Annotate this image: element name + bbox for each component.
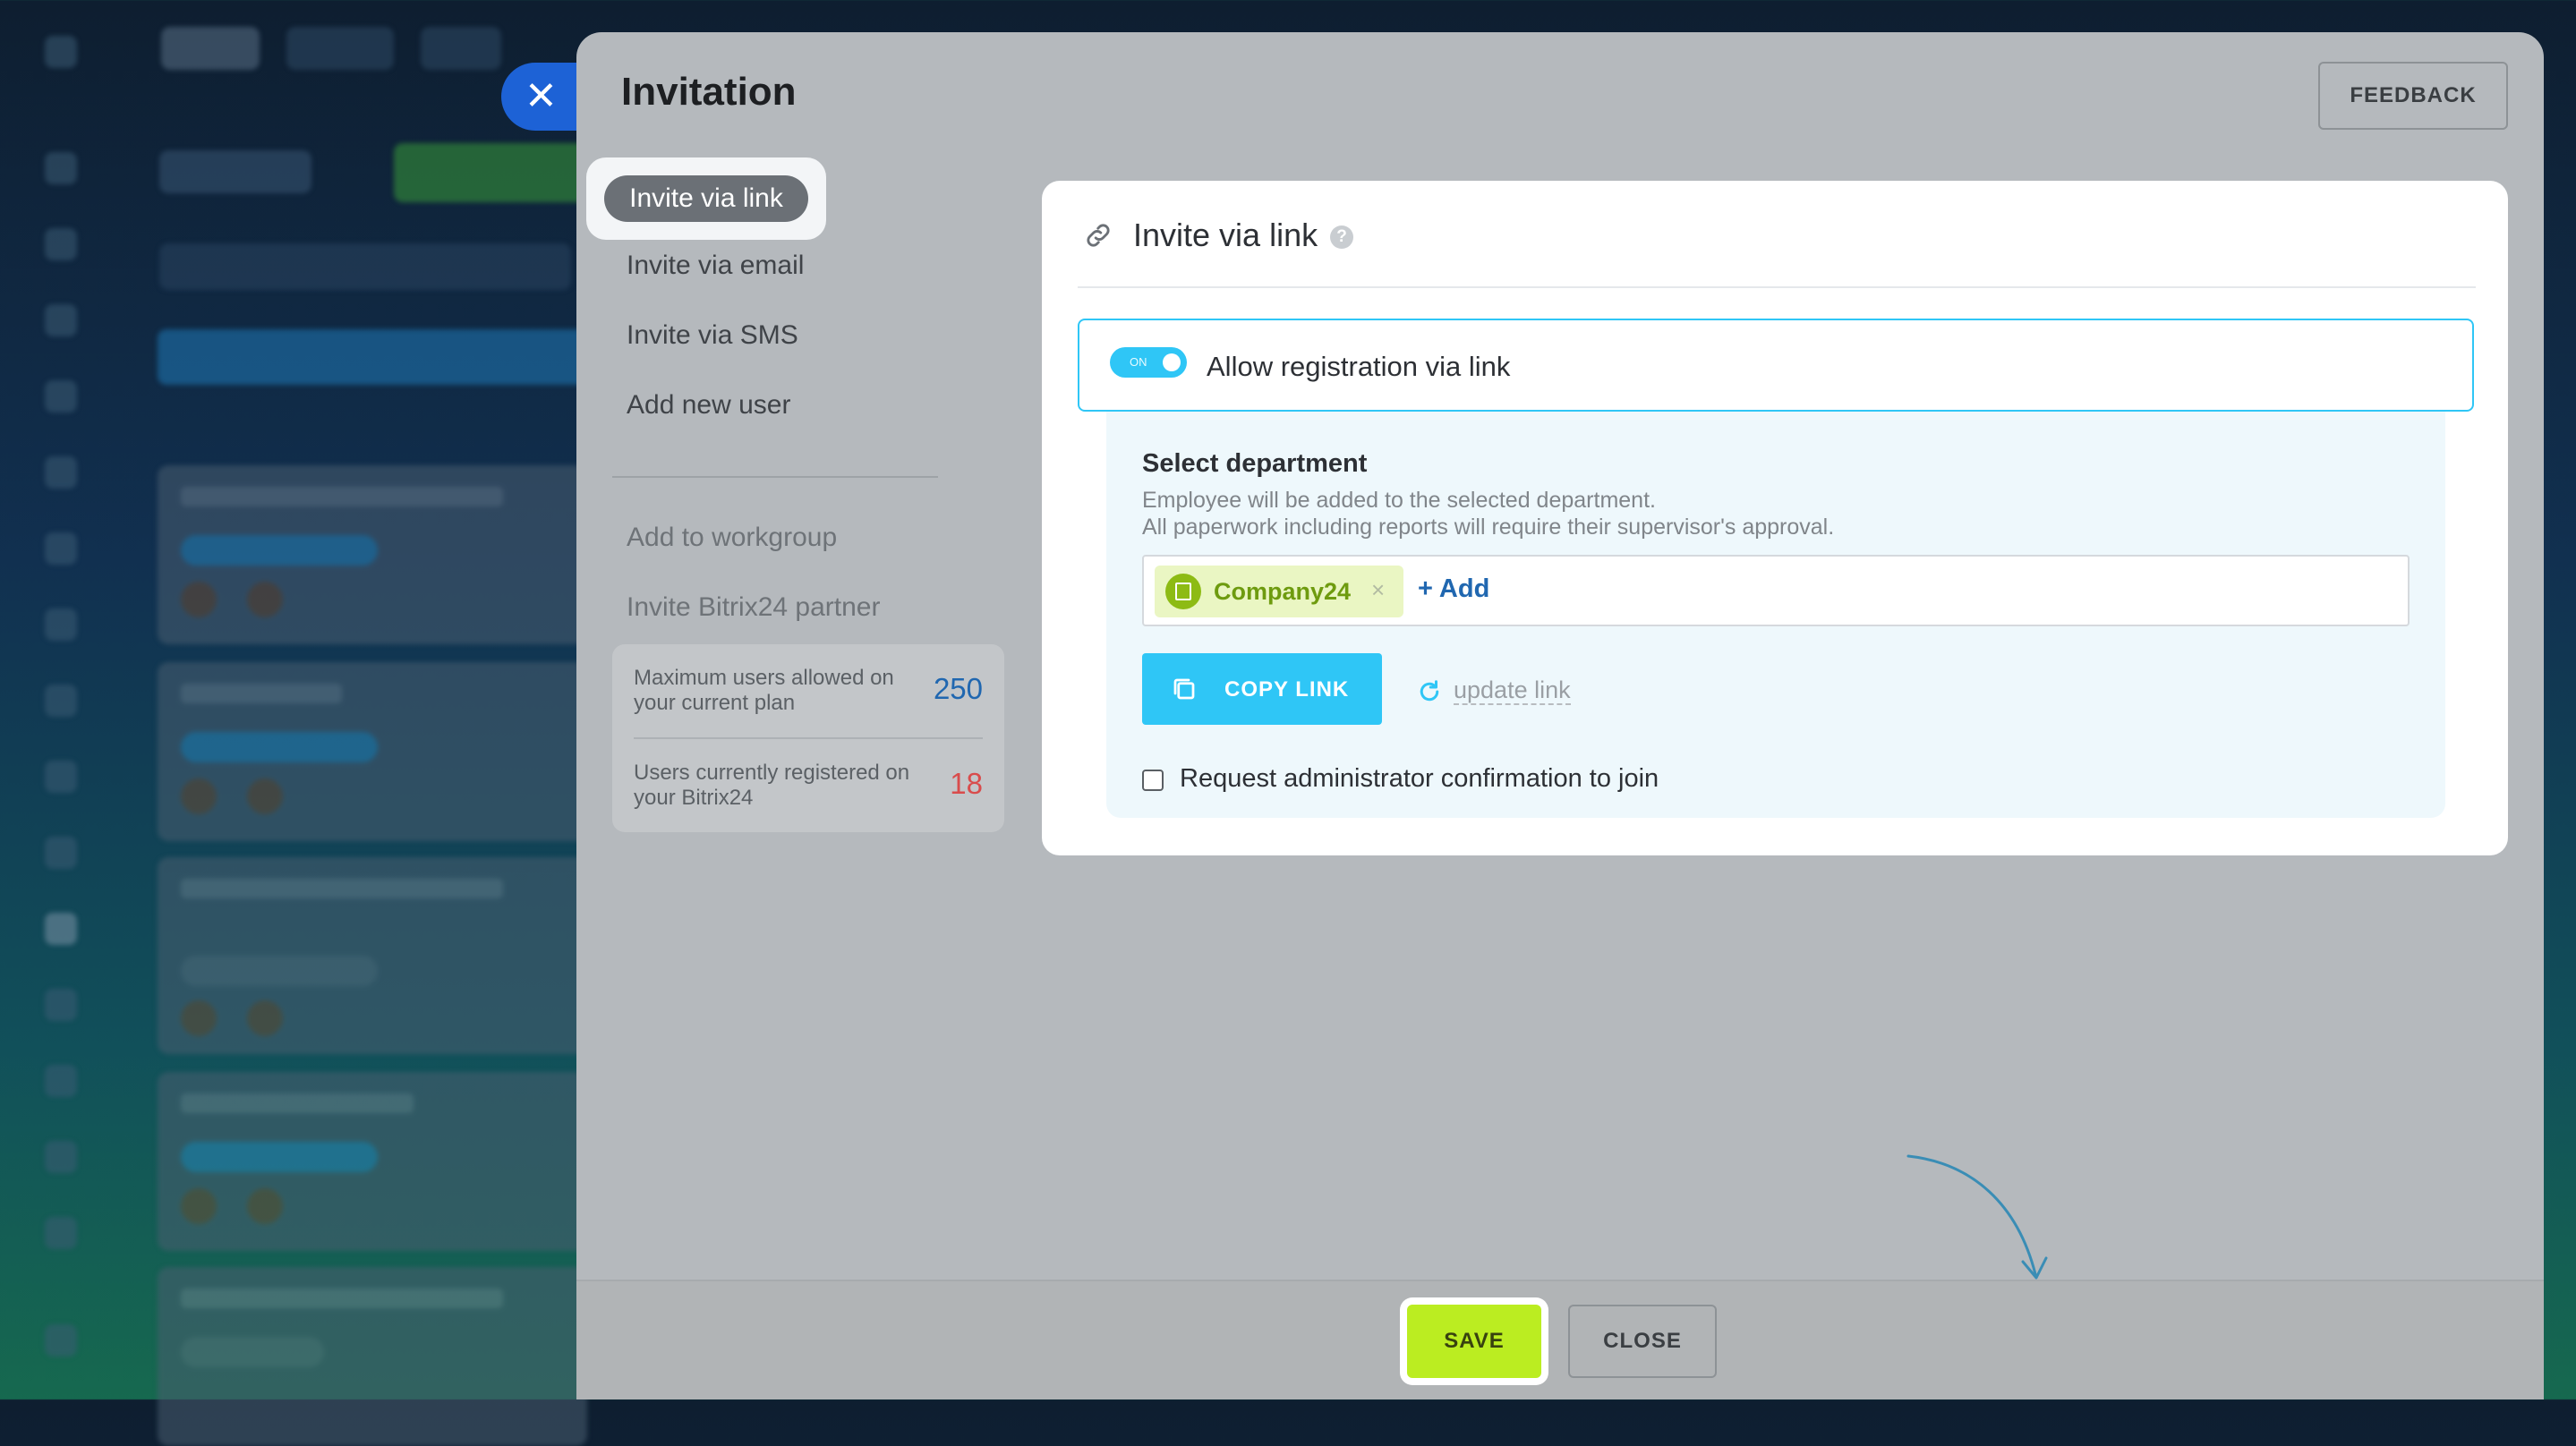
stat-value: 18 xyxy=(950,767,983,800)
stat-divider xyxy=(634,737,983,739)
background-card xyxy=(158,662,587,841)
save-button[interactable]: SAVE xyxy=(1407,1305,1541,1378)
department-chip: Company24 × xyxy=(1155,566,1403,617)
department-description: Employee will be added to the selected d… xyxy=(1142,487,1834,540)
department-section: Select department Employee will be added… xyxy=(1106,412,2445,818)
background-topnav xyxy=(161,27,573,77)
department-desc-line: Employee will be added to the selected d… xyxy=(1142,488,1656,513)
background-nav-icon xyxy=(45,380,77,413)
background-card xyxy=(158,857,587,1054)
background-nav-icon xyxy=(45,685,77,717)
background-card xyxy=(158,1072,587,1251)
stat-label: Maximum users allowed on your current pl… xyxy=(634,666,894,715)
background-menu-icon xyxy=(45,36,77,68)
stat-registered-users: Users currently registered on your Bitri… xyxy=(634,761,983,811)
department-selector[interactable]: Company24 × + Add xyxy=(1142,555,2410,626)
background-nav-icon xyxy=(45,304,77,336)
background-create-button xyxy=(394,143,591,202)
update-link[interactable]: update link xyxy=(1454,676,1571,705)
save-highlight: SAVE xyxy=(1400,1297,1548,1385)
feedback-button[interactable]: FEEDBACK xyxy=(2318,62,2508,130)
nav-item-invite-partner[interactable]: Invite Bitrix24 partner xyxy=(627,592,880,623)
background-nav-icon xyxy=(45,608,77,641)
background-nav-icon xyxy=(45,837,77,869)
background-filter xyxy=(159,243,571,290)
remove-chip-icon[interactable]: × xyxy=(1371,576,1385,604)
copy-link-label: COPY LINK xyxy=(1224,677,1350,702)
background-stage-header xyxy=(158,329,587,385)
panel-title: Invite via link xyxy=(1133,217,1318,253)
stat-max-users: Maximum users allowed on your current pl… xyxy=(634,666,983,716)
allow-registration-toggle[interactable]: ON xyxy=(1110,347,1187,378)
admin-confirmation-label[interactable]: Request administrator confirmation to jo… xyxy=(1180,764,1659,794)
department-chip-label: Company24 xyxy=(1214,578,1352,605)
invite-link-panel: Invite via link ? ON Allow registration … xyxy=(1042,181,2508,855)
hint-arrow-icon xyxy=(1906,1154,2048,1280)
invitation-modal: Invitation FEEDBACK Invite via link Invi… xyxy=(576,32,2544,1399)
background-nav-icon xyxy=(45,761,77,793)
copy-link-button[interactable]: COPY LINK xyxy=(1142,653,1382,725)
department-desc-line: All paperwork including reports will req… xyxy=(1142,515,1835,540)
panel-divider xyxy=(1078,286,2476,288)
toggle-state: ON xyxy=(1130,355,1147,369)
background-nav-icon xyxy=(45,456,77,489)
background-nav-icon xyxy=(45,1141,77,1173)
nav-item-invite-sms[interactable]: Invite via SMS xyxy=(627,320,798,351)
stat-value: 250 xyxy=(933,672,983,705)
background-nav-icon xyxy=(45,228,77,260)
allow-registration-label: Allow registration via link xyxy=(1207,351,1511,382)
user-stats: Maximum users allowed on your current pl… xyxy=(612,644,1004,832)
nav-item-invite-link[interactable]: Invite via link xyxy=(586,157,826,240)
background-nav-icon xyxy=(45,1065,77,1097)
background-card xyxy=(158,1267,587,1446)
nav-item-add-user[interactable]: Add new user xyxy=(627,390,790,421)
refresh-icon xyxy=(1420,680,1439,702)
department-title: Select department xyxy=(1142,449,1368,478)
background-nav-icon xyxy=(45,989,77,1021)
building-icon xyxy=(1165,574,1201,609)
background-nav-icon xyxy=(45,1217,77,1249)
nav-divider xyxy=(612,476,938,478)
nav-item-label: Invite via link xyxy=(604,175,808,222)
help-icon[interactable]: ? xyxy=(1330,225,1353,249)
background-nav-icon xyxy=(45,1324,77,1357)
allow-registration-row: ON Allow registration via link xyxy=(1078,319,2474,412)
background-nav-icon xyxy=(45,532,77,565)
background-card xyxy=(158,465,587,644)
background-nav-icon xyxy=(45,152,77,184)
modal-footer: SAVE CLOSE xyxy=(576,1280,2544,1399)
background-page-title xyxy=(159,150,311,193)
background-sidebar xyxy=(0,0,116,1399)
close-icon: ✕ xyxy=(525,74,558,118)
modal-title: Invitation xyxy=(621,70,797,114)
nav-item-add-workgroup[interactable]: Add to workgroup xyxy=(627,523,837,553)
link-icon xyxy=(1087,224,1110,247)
stat-label: Users currently registered on your Bitri… xyxy=(634,761,910,810)
add-department-link[interactable]: + Add xyxy=(1418,574,1489,604)
close-button[interactable]: CLOSE xyxy=(1568,1305,1717,1378)
admin-confirmation-checkbox[interactable] xyxy=(1142,770,1164,791)
copy-icon xyxy=(1173,678,1195,700)
nav-item-invite-email[interactable]: Invite via email xyxy=(627,251,804,281)
toggle-knob xyxy=(1163,353,1181,371)
background-nav-icon xyxy=(45,913,77,945)
